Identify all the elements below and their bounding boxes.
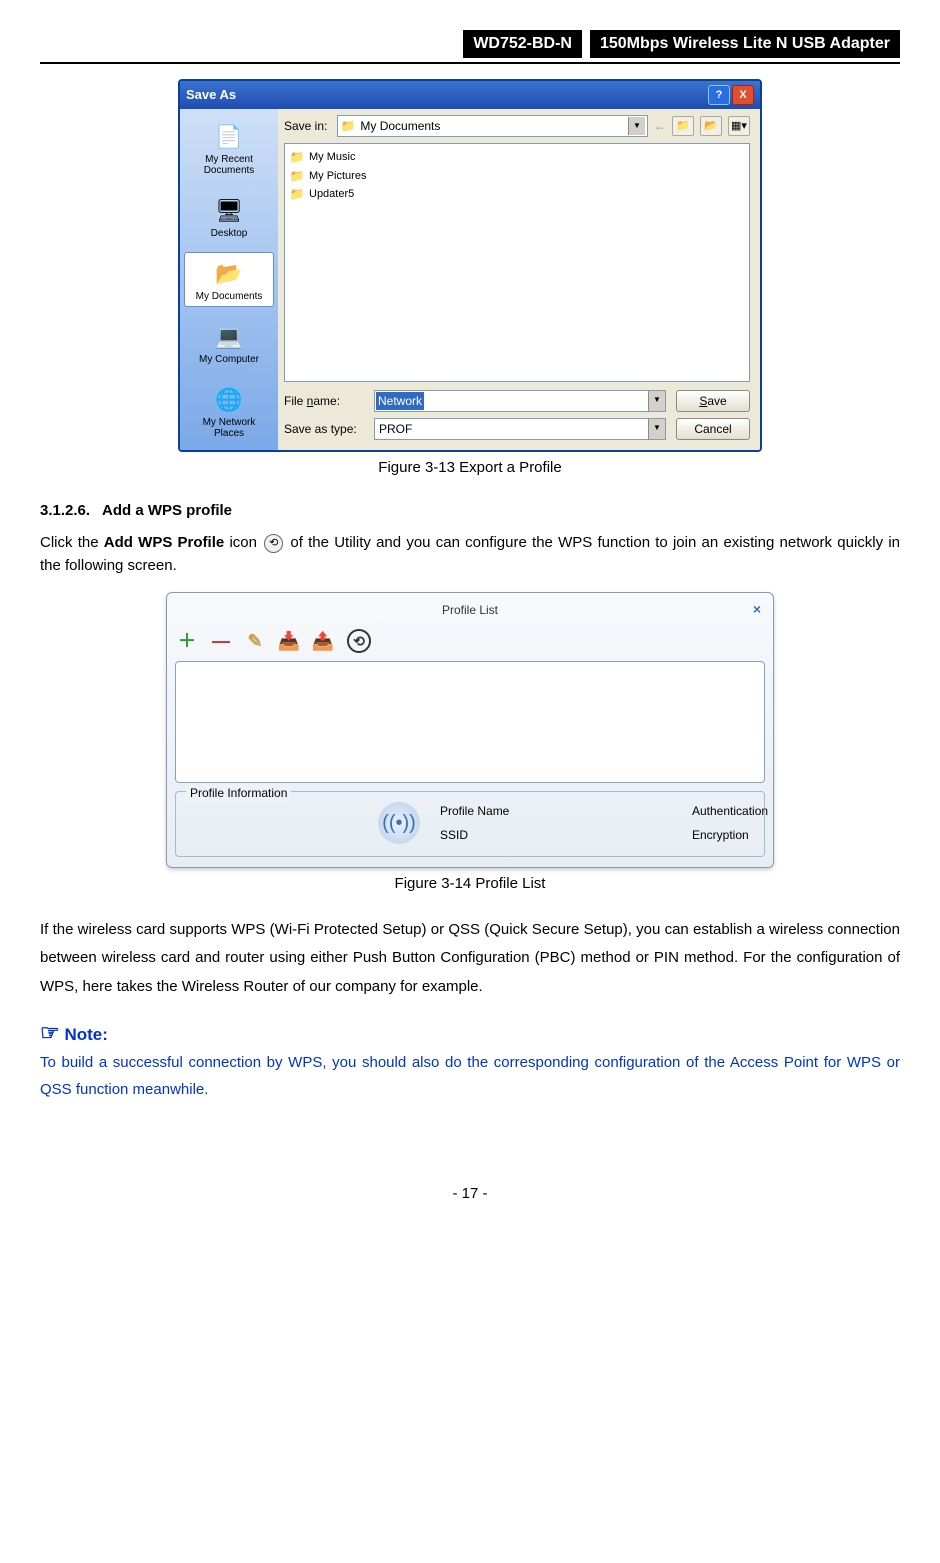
dialog-title: Save As xyxy=(186,85,236,105)
note-body: To build a successful connection by WPS,… xyxy=(40,1049,900,1103)
save-as-dialog: Save As ? X 📄My Recent Documents 🖥Deskto… xyxy=(178,79,762,452)
network-places-icon: 🌐 xyxy=(213,383,245,415)
cancel-button[interactable]: Cancel xyxy=(676,418,750,440)
chevron-down-icon[interactable]: ▼ xyxy=(648,419,665,439)
profile-name-label: Profile Name xyxy=(440,802,672,820)
list-item[interactable]: 📁Updater5 xyxy=(289,185,745,204)
figure-caption: Figure 3-13 Export a Profile xyxy=(40,457,900,480)
desktop-icon: 🖥 xyxy=(213,194,245,226)
place-my-computer[interactable]: 💻My Computer xyxy=(184,315,274,370)
close-icon[interactable]: × xyxy=(753,599,761,620)
header-product-title: 150Mbps Wireless Lite N USB Adapter xyxy=(590,30,900,58)
folder-icon: 📁 xyxy=(289,150,305,164)
remove-icon[interactable]: — xyxy=(211,631,231,651)
note-heading: ☞ Note: xyxy=(40,1016,900,1049)
save-in-value: My Documents xyxy=(360,117,628,135)
authentication-label: Authentication xyxy=(692,802,752,820)
profile-information-group: Profile Information Profile Name Authent… xyxy=(175,791,765,857)
profile-list-window: Profile List × ＋ — ✎ 📥 📤 ⟲ Profile Infor… xyxy=(166,592,774,868)
new-folder-button[interactable]: 📂 xyxy=(700,116,722,136)
up-one-level-button[interactable]: 📁 xyxy=(672,116,694,136)
page-header: WD752-BD-N 150Mbps Wireless Lite N USB A… xyxy=(40,30,900,64)
wps-icon[interactable]: ⟲ xyxy=(347,629,371,653)
view-menu-button[interactable]: ▦▾ xyxy=(728,116,750,136)
section-heading: 3.1.2.6. Add a WPS profile xyxy=(40,500,900,523)
back-arrow-icon[interactable]: ← xyxy=(654,117,666,135)
import-icon[interactable]: 📥 xyxy=(279,631,299,651)
figure-caption: Figure 3-14 Profile List xyxy=(40,873,900,896)
profile-list-title: Profile List xyxy=(442,601,498,619)
edit-icon[interactable]: ✎ xyxy=(245,631,265,651)
dialog-titlebar: Save As ? X xyxy=(180,81,760,109)
close-button[interactable]: X xyxy=(732,85,754,105)
profile-listbox[interactable] xyxy=(175,661,765,783)
wps-refresh-icon: ⟲ xyxy=(264,534,283,553)
my-documents-icon: 📂 xyxy=(213,257,245,289)
folder-icon: 📁 xyxy=(340,118,356,134)
pointing-hand-icon: ☞ xyxy=(40,1020,60,1045)
add-icon[interactable]: ＋ xyxy=(177,631,197,651)
folder-icon: 📁 xyxy=(289,169,305,183)
help-button[interactable]: ? xyxy=(708,85,730,105)
place-desktop[interactable]: 🖥Desktop xyxy=(184,189,274,244)
save-in-label: Save in: xyxy=(284,117,327,135)
list-item[interactable]: 📁My Music xyxy=(289,148,745,167)
save-as-type-combo[interactable]: ▼ xyxy=(374,418,666,440)
file-name-input[interactable]: Network▼ xyxy=(374,390,666,412)
place-recent-documents[interactable]: 📄My Recent Documents xyxy=(184,115,274,181)
chevron-down-icon[interactable]: ▼ xyxy=(628,117,645,135)
places-sidebar: 📄My Recent Documents 🖥Desktop 📂My Docume… xyxy=(180,109,278,450)
export-icon[interactable]: 📤 xyxy=(313,631,333,651)
save-button[interactable]: Save xyxy=(676,390,750,412)
signal-icon: ((•)) xyxy=(378,802,420,844)
save-in-combo[interactable]: 📁 My Documents ▼ xyxy=(337,115,648,137)
folder-icon: 📁 xyxy=(289,187,305,201)
chevron-down-icon[interactable]: ▼ xyxy=(648,391,665,411)
place-network-places[interactable]: 🌐My Network Places xyxy=(184,378,274,444)
place-my-documents[interactable]: 📂My Documents xyxy=(184,252,274,307)
list-item[interactable]: 📁My Pictures xyxy=(289,167,745,186)
save-as-type-label: Save as type: xyxy=(284,420,364,438)
page-number: - 17 - xyxy=(40,1183,900,1206)
paragraph: Click the Add WPS Profile icon ⟲ of the … xyxy=(40,532,900,577)
file-name-label: File name: xyxy=(284,392,364,410)
my-computer-icon: 💻 xyxy=(213,320,245,352)
paragraph: If the wireless card supports WPS (Wi-Fi… xyxy=(40,916,900,1002)
recent-documents-icon: 📄 xyxy=(213,120,245,152)
header-model: WD752-BD-N xyxy=(463,30,582,58)
ssid-label: SSID xyxy=(440,826,672,844)
encryption-label: Encryption xyxy=(692,826,752,844)
file-list[interactable]: 📁My Music 📁My Pictures 📁Updater5 xyxy=(284,143,750,382)
profile-toolbar: ＋ — ✎ 📥 📤 ⟲ xyxy=(175,625,765,657)
